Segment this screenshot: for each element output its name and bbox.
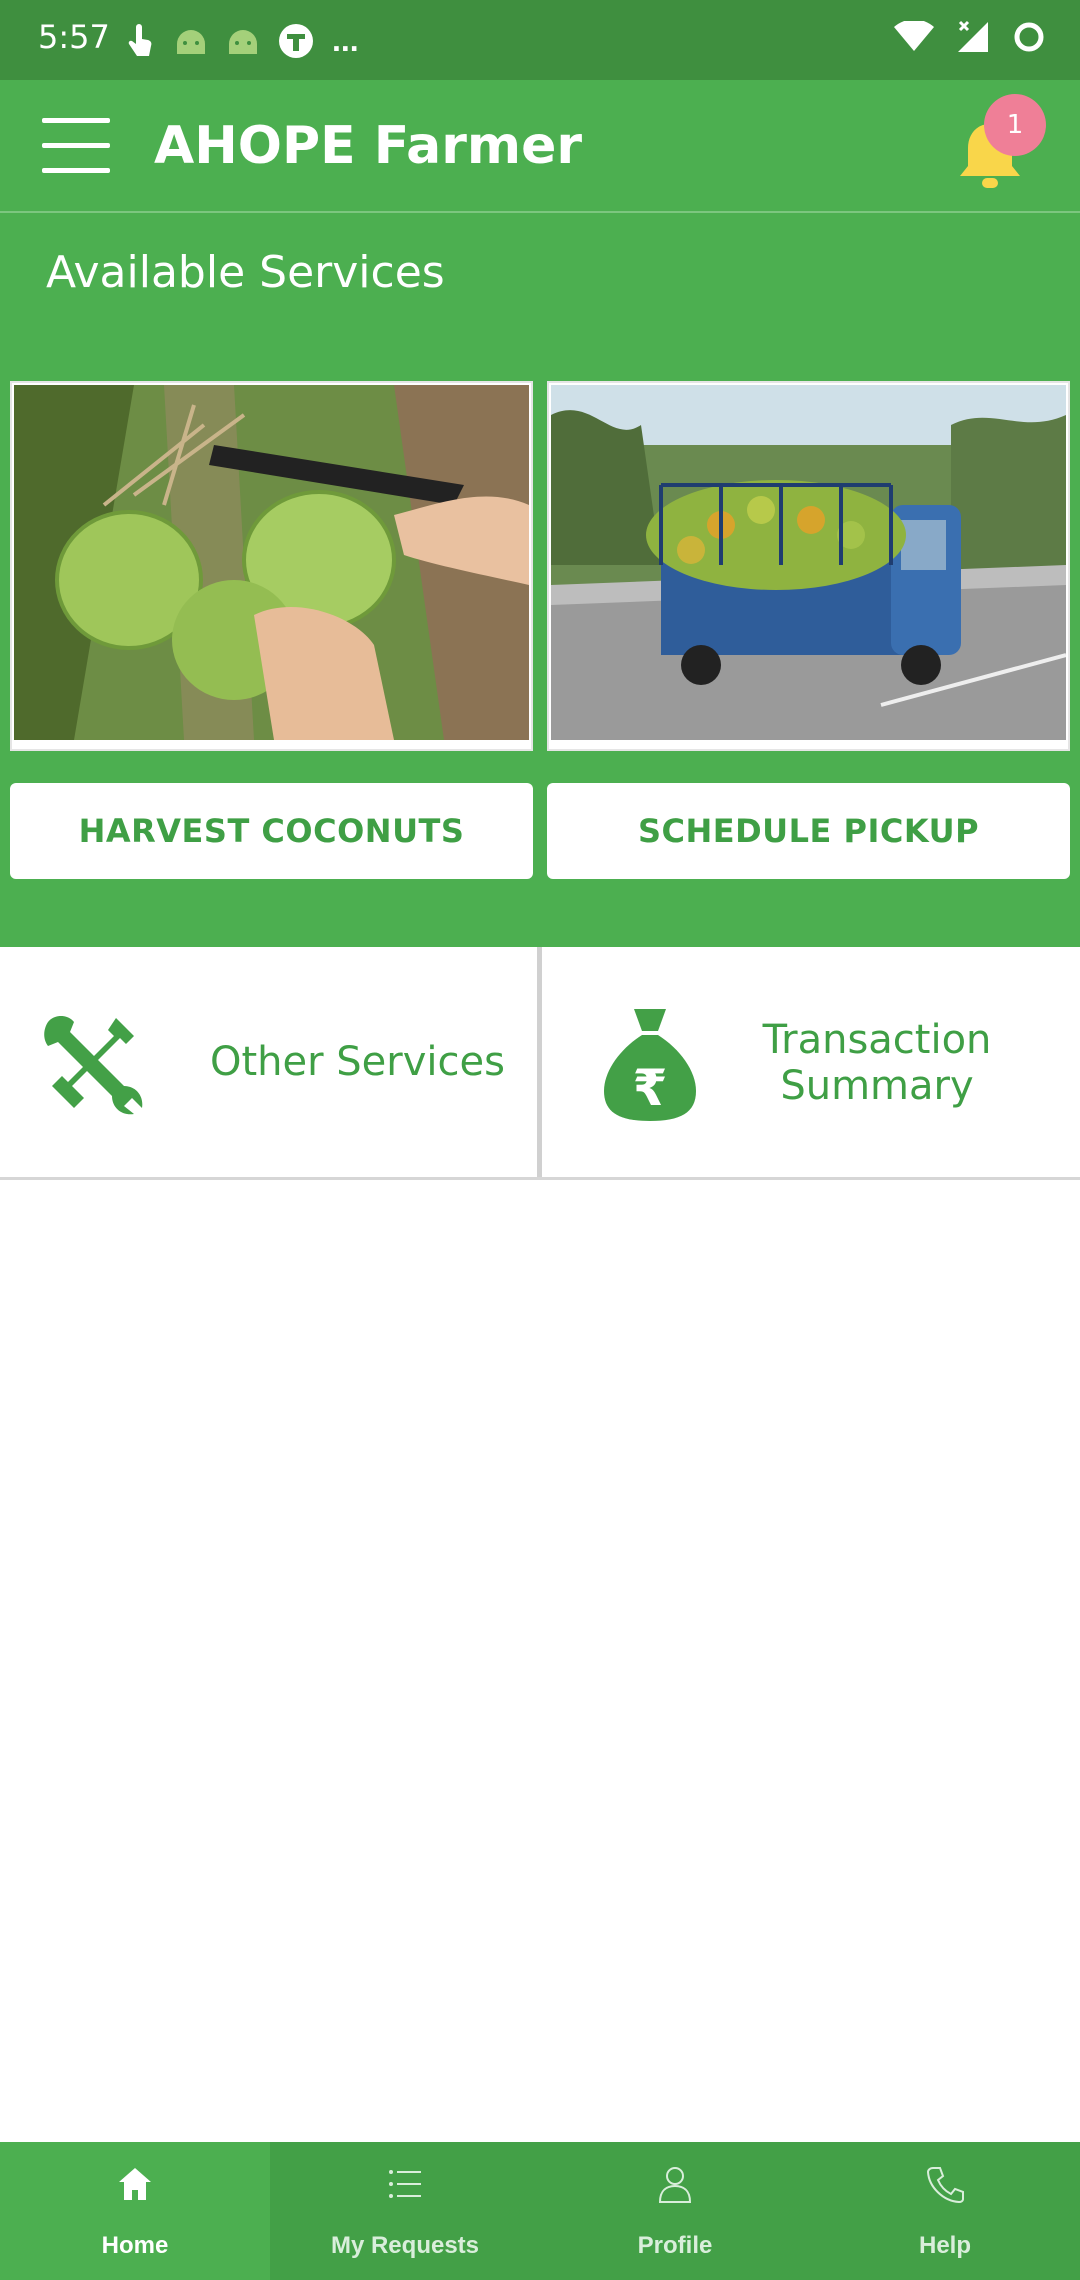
nav-profile[interactable]: Profile	[540, 2142, 810, 2280]
money-bag-icon: ₹	[604, 1009, 696, 1121]
schedule-pickup-card[interactable]	[547, 381, 1070, 751]
coconut-harvest-photo	[14, 385, 529, 740]
quick-tiles: Other Services ₹ Transaction Summary	[0, 947, 1080, 1180]
app-title: AHOPE Farmer	[154, 116, 583, 176]
other-services-tile[interactable]: Other Services	[0, 947, 537, 1177]
transaction-summary-tile[interactable]: ₹ Transaction Summary	[542, 947, 1080, 1177]
t-app-icon	[279, 23, 313, 58]
harvest-coconuts-card[interactable]	[10, 381, 533, 751]
system-icons	[894, 20, 1046, 54]
transaction-summary-label: Transaction Summary	[712, 1017, 1042, 1109]
bottom-navigation: Home My Requests Profile Help	[0, 2142, 1080, 2280]
coconut-truck-photo	[551, 385, 1066, 740]
section-title: Available Services	[46, 247, 445, 298]
services-section: Available Services HARVEST COCONUTS SCHE…	[0, 213, 1080, 947]
tools-icon	[44, 1016, 143, 1115]
android-icon	[177, 29, 205, 54]
sync-icon	[1014, 22, 1044, 52]
schedule-pickup-button[interactable]: SCHEDULE PICKUP	[547, 783, 1070, 879]
status-time: 5:57	[38, 18, 110, 56]
person-icon	[658, 2167, 692, 2203]
other-services-label: Other Services	[210, 1039, 505, 1085]
signal-icon	[958, 20, 988, 52]
home-icon	[119, 2168, 151, 2200]
nav-my-requests[interactable]: My Requests	[270, 2142, 540, 2280]
app-bar: AHOPE Farmer	[0, 80, 1080, 213]
svg-text:₹: ₹	[633, 1059, 668, 1117]
nav-my-requests-label: My Requests	[330, 2232, 480, 2259]
nav-home-label: Home	[101, 2232, 169, 2259]
nav-help[interactable]: Help	[810, 2142, 1080, 2280]
nav-home[interactable]: Home	[0, 2142, 270, 2280]
status-bar: 5:57 ...	[0, 0, 1080, 80]
more-notifications: ...	[332, 22, 359, 58]
transaction-summary-line1: Transaction	[762, 1017, 992, 1063]
notification-badge[interactable]: 1	[984, 94, 1046, 156]
wifi-icon	[894, 21, 934, 51]
transaction-summary-line2: Summary	[780, 1063, 974, 1109]
list-icon	[389, 2170, 421, 2198]
notification-icons: ...	[126, 22, 359, 59]
menu-icon[interactable]	[42, 118, 110, 174]
phone-icon	[926, 2167, 964, 2204]
nav-help-label: Help	[918, 2232, 971, 2259]
android-icon	[229, 29, 257, 54]
harvest-coconuts-button[interactable]: HARVEST COCONUTS	[10, 783, 533, 879]
nav-profile-label: Profile	[637, 2232, 713, 2259]
touch-icon	[128, 23, 152, 56]
